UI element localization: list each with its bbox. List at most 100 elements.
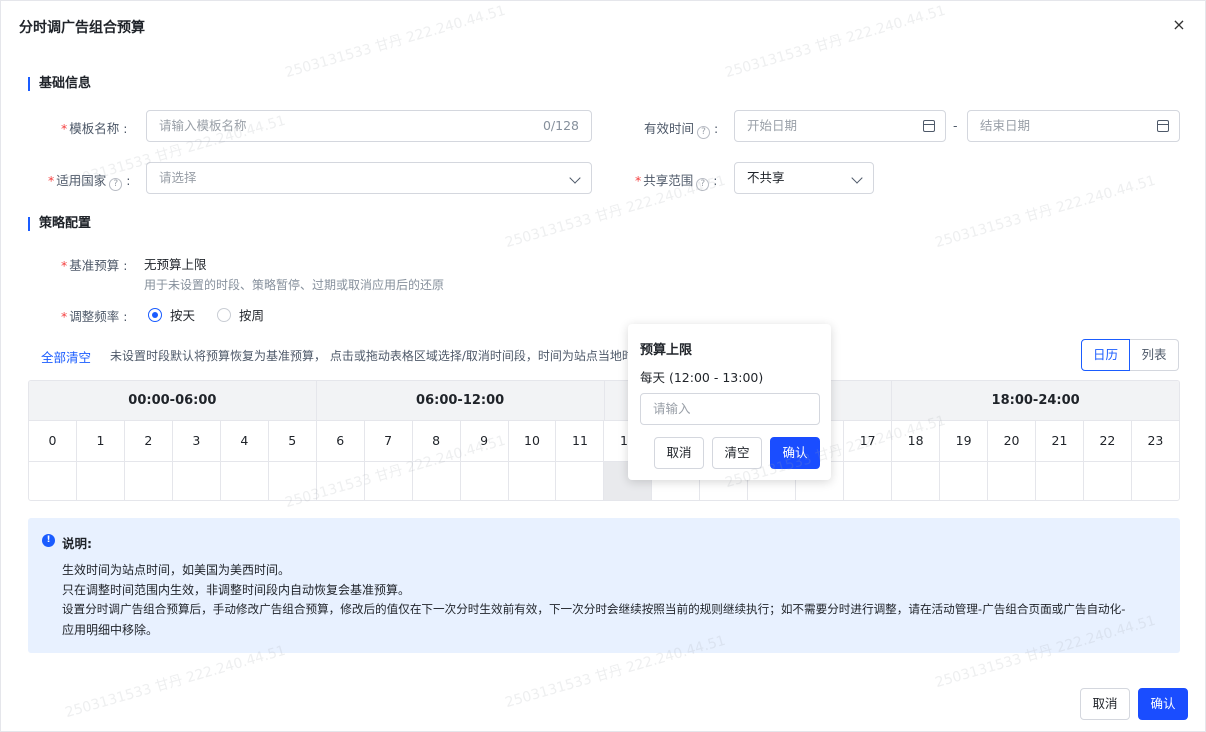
hour-label: 19: [940, 421, 989, 461]
frequency-weekly-label: 按周: [239, 308, 265, 323]
hour-cell[interactable]: [365, 462, 413, 500]
popover-confirm-button[interactable]: 确认: [770, 437, 820, 469]
footer-confirm-button[interactable]: 确认: [1138, 688, 1188, 720]
view-calendar-button[interactable]: 日历: [1081, 339, 1130, 371]
frequency-label-text: 调整频率: [69, 309, 120, 324]
hour-label: 9: [461, 421, 509, 461]
notice-line: 应用明细中移除。: [62, 623, 159, 637]
hour-cell[interactable]: [413, 462, 461, 500]
info-icon: !: [42, 534, 55, 547]
popover-subtitle: 每天 (12:00 - 13:00): [640, 370, 764, 385]
radio-checked-icon: [148, 307, 162, 322]
popover-title: 预算上限: [640, 343, 693, 358]
required-mark: *: [61, 309, 68, 324]
hour-label: 1: [77, 421, 125, 461]
notice-line: 生效时间为站点时间，如美国为美西时间。: [62, 563, 291, 577]
hour-label: 20: [988, 421, 1037, 461]
country-label-text: 适用国家: [56, 173, 107, 188]
template-name-input[interactable]: 请输入模板名称 0/128: [146, 110, 592, 142]
notice-line: 只在调整时间范围内生效，非调整时间段内自动恢复会基准预算。: [62, 583, 411, 597]
budget-cap-input[interactable]: 请输入: [640, 393, 820, 425]
hour-cell[interactable]: [317, 462, 365, 500]
hour-label: 22: [1084, 421, 1132, 461]
hour-label: 0: [29, 421, 77, 461]
hour-label: 6: [317, 421, 365, 461]
start-date-input[interactable]: 开始日期: [734, 110, 946, 142]
view-list-button[interactable]: 列表: [1130, 339, 1179, 371]
footer-cancel-button[interactable]: 取消: [1080, 688, 1130, 720]
hour-cell[interactable]: [269, 462, 317, 500]
required-mark: *: [61, 121, 68, 136]
notice-title: 说明:: [62, 536, 92, 551]
hour-label: 18: [892, 421, 941, 461]
country-placeholder: 请选择: [159, 170, 197, 185]
frequency-daily-radio[interactable]: 按天: [148, 305, 195, 324]
hour-label: 5: [269, 421, 317, 461]
hour-cell[interactable]: [509, 462, 557, 500]
hour-cell[interactable]: [556, 462, 605, 500]
view-toggle: 日历 列表: [1081, 339, 1179, 371]
valid-time-label: 有效时间? :: [644, 121, 719, 139]
popover-cancel-button[interactable]: 取消: [654, 437, 704, 469]
date-range-separator: -: [953, 118, 958, 133]
hour-cell[interactable]: [461, 462, 509, 500]
notice-line: 设置分时调广告组合预算后，手动修改广告组合预算，修改后的值仅在下一次分时生效前有…: [62, 602, 1126, 616]
time-group-header: 00:00-06:00: [29, 381, 317, 420]
selection-tip: 未设置时段默认将预算恢复为基准预算， 点击或拖动表格区域选择/取消时间段，时间为…: [110, 349, 630, 363]
country-select[interactable]: 请选择: [146, 162, 592, 194]
hour-label: 2: [125, 421, 173, 461]
budget-cap-placeholder: 请输入: [653, 401, 691, 416]
start-date-placeholder: 开始日期: [747, 118, 798, 133]
template-name-label: * 模板名称 :: [61, 121, 128, 136]
base-budget-label: * 基准预算 :: [61, 258, 128, 273]
time-grid-header: 00:00-06:0006:00-12:0012:00-18:0018:00-2…: [29, 381, 1179, 420]
template-name-placeholder: 请输入模板名称: [159, 118, 247, 133]
share-scope-value: 不共享: [747, 170, 785, 185]
template-name-count: 0/128: [542, 118, 579, 133]
hour-cell[interactable]: [1132, 462, 1179, 500]
calendar-icon: [1157, 120, 1169, 132]
hour-label: 8: [413, 421, 461, 461]
time-grid-hours: 01234567891011121314151617181920212223: [29, 420, 1179, 461]
help-icon[interactable]: ?: [697, 126, 711, 139]
hour-cell[interactable]: [940, 462, 989, 500]
required-mark: *: [635, 173, 642, 188]
section-strategy-title: 策略配置: [28, 217, 91, 231]
time-grid: 00:00-06:0006:00-12:0012:00-18:0018:00-2…: [28, 380, 1180, 501]
watermark: 2503131533 甘丹 222.240.44.51: [933, 172, 1158, 252]
close-icon[interactable]: ×: [1169, 15, 1189, 35]
calendar-icon: [923, 120, 935, 132]
frequency-label: * 调整频率 :: [61, 309, 128, 324]
section-basic-title: 基础信息: [28, 77, 91, 91]
frequency-weekly-radio[interactable]: 按周: [217, 305, 264, 324]
template-name-label-text: 模板名称: [69, 121, 120, 136]
help-icon[interactable]: ?: [109, 178, 123, 191]
hour-cell[interactable]: [844, 462, 893, 500]
hour-cell[interactable]: [988, 462, 1037, 500]
hour-cell[interactable]: [1084, 462, 1132, 500]
hour-cell[interactable]: [29, 462, 77, 500]
hour-cell[interactable]: [892, 462, 941, 500]
country-label: * 适用国家? :: [48, 173, 131, 191]
help-icon[interactable]: ?: [696, 178, 710, 191]
base-budget-hint: 用于未设置的时段、策略暂停、过期或取消应用后的还原: [144, 278, 445, 292]
hour-cell[interactable]: [77, 462, 125, 500]
dialog-title: 分时调广告组合预算: [19, 20, 145, 36]
time-grid-cells: [29, 461, 1179, 500]
hour-cell[interactable]: [221, 462, 269, 500]
hour-cell[interactable]: [1036, 462, 1084, 500]
share-scope-label-text: 共享范围: [643, 173, 694, 188]
hour-cell[interactable]: [125, 462, 173, 500]
popover-clear-button[interactable]: 清空: [712, 437, 762, 469]
budget-popover: 预算上限 每天 (12:00 - 13:00) 请输入 取消 清空 确认: [628, 324, 831, 480]
watermark: 2503131533 甘丹 222.240.44.51: [723, 2, 948, 82]
share-scope-select[interactable]: 不共享: [734, 162, 874, 194]
time-group-header: 06:00-12:00: [317, 381, 605, 420]
base-budget-label-text: 基准预算: [69, 258, 120, 273]
chevron-down-icon: [851, 172, 863, 184]
end-date-placeholder: 结束日期: [980, 118, 1031, 133]
radio-unchecked-icon: [217, 307, 231, 322]
end-date-input[interactable]: 结束日期: [967, 110, 1180, 142]
hour-cell[interactable]: [173, 462, 221, 500]
clear-all-link[interactable]: 全部清空: [41, 347, 91, 366]
